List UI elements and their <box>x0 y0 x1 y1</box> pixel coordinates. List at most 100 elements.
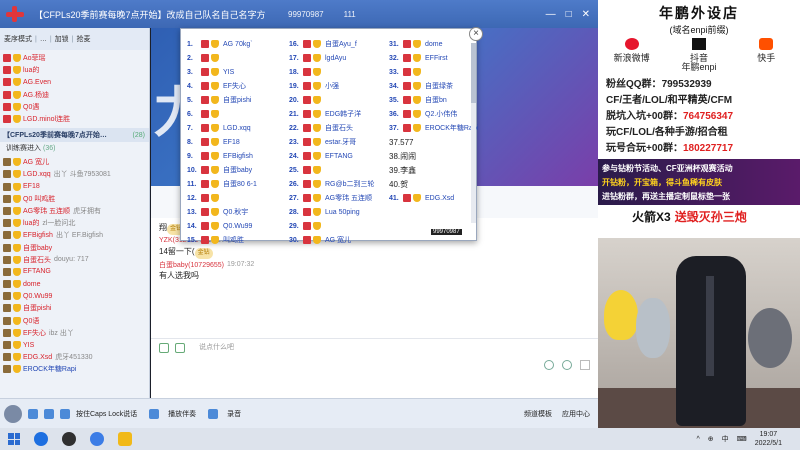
rank-entry[interactable]: 25. <box>289 163 375 177</box>
user-list-item[interactable]: EDG.Xsd 虎牙451330 <box>0 351 149 363</box>
minimize-button[interactable]: — <box>546 9 556 20</box>
rank-entry[interactable]: 40. 贺 <box>389 177 478 191</box>
more-icon[interactable] <box>580 360 590 370</box>
channel-template-button[interactable]: 频道模板 <box>524 409 552 419</box>
rank-entry[interactable]: 30. AG 宽儿 <box>289 233 375 247</box>
rank-entry[interactable]: 11. 自蛋80 6-1 <box>187 177 257 191</box>
send-icon[interactable] <box>544 360 554 370</box>
rank-entry[interactable]: 41. EDG.Xsd <box>389 191 478 205</box>
rank-entry[interactable]: 8. EF18 <box>187 135 257 149</box>
rank-entry[interactable]: 37. 577 <box>389 135 478 149</box>
caps-lock-talk-button[interactable]: 按住Caps Lock说话 <box>76 409 137 419</box>
user-list-item[interactable]: YIS <box>0 339 149 351</box>
rank-entry[interactable]: 10. 自蛋baby <box>187 163 257 177</box>
browser-icon[interactable] <box>90 432 104 446</box>
rank-entry[interactable]: 22. 自蛋石头 <box>289 121 375 135</box>
mic-mode-tab[interactable]: 麦序模式 <box>4 34 32 44</box>
user-list-item[interactable]: 自蛋pishi <box>0 302 149 314</box>
close-button[interactable]: ✕ <box>582 9 590 20</box>
scrollbar[interactable] <box>471 43 476 223</box>
lock-tab[interactable]: 加锁 <box>55 34 69 44</box>
rank-entry[interactable]: 31. dome <box>389 37 478 51</box>
rank-entry[interactable]: 18. <box>289 65 375 79</box>
user-list-item[interactable]: EFTANG <box>0 266 149 278</box>
sub-channel-row[interactable]: 训练赛进入 (36) <box>0 142 149 154</box>
mic-list-item[interactable]: LGD.minol连胜 <box>0 113 149 125</box>
user-list-item[interactable]: AG 宽儿 <box>0 156 149 168</box>
rank-entry[interactable]: 15. 叫鸡胜 <box>187 233 257 247</box>
rank-entry[interactable]: 20. <box>289 93 375 107</box>
rank-entry[interactable]: 3. YIS <box>187 65 257 79</box>
rank-entry[interactable]: 5. 自蛋pishi <box>187 93 257 107</box>
rank-entry[interactable]: 28. Lua 50ping <box>289 205 375 219</box>
user-list-item[interactable]: Q0 叫鸡胜 <box>0 193 149 205</box>
settings-icon[interactable] <box>175 342 185 353</box>
user-list-item[interactable]: EFBigfish 出丫 EF.Bigfish <box>0 229 149 241</box>
user-list-item[interactable]: 自蛋石头 douyu: 717 <box>0 254 149 266</box>
search-app-icon[interactable] <box>34 432 48 446</box>
clock[interactable]: 19:07 2022/5/1 <box>755 430 782 448</box>
rank-entry[interactable]: 35. 自蛋bn <box>389 93 478 107</box>
chat-input[interactable]: 说点什么吧 <box>199 338 499 356</box>
ime-icon[interactable]: 中 <box>722 434 729 444</box>
more-tab[interactable]: … <box>40 36 47 43</box>
rank-entry[interactable]: 32. EFFirst <box>389 51 478 65</box>
rank-entry[interactable]: 24. EFTANG <box>289 149 375 163</box>
user-list-item[interactable]: EROCK年糖Rapi <box>0 363 149 375</box>
rank-entry[interactable]: 9. EFBigfish <box>187 149 257 163</box>
record-button[interactable]: 录音 <box>208 408 241 419</box>
rank-entry[interactable]: 2. <box>187 51 257 65</box>
speaker-icon[interactable] <box>28 408 38 419</box>
rank-entry[interactable]: 26. RG@b二到三轮 <box>289 177 375 191</box>
mic-list-item[interactable]: AG.Even <box>0 76 149 88</box>
mic-list-item[interactable]: Q0遇 <box>0 101 149 113</box>
emoji-icon[interactable] <box>159 342 169 353</box>
rank-entry[interactable]: 37. EROCK年糖Rapi <box>389 121 478 135</box>
network-icon[interactable]: ⊕ <box>708 435 714 443</box>
rank-entry[interactable]: 17. lgdAyu <box>289 51 375 65</box>
keyboard-tray-icon[interactable]: ⌨ <box>737 435 747 443</box>
rank-entry[interactable]: 39. 李鑫 <box>389 163 478 177</box>
rank-entry[interactable]: 1. AG 70kg` <box>187 37 257 51</box>
obs-icon[interactable] <box>62 432 76 446</box>
rank-entry[interactable]: 13. Q0.秋宇 <box>187 205 257 219</box>
rank-entry[interactable]: 29. <box>289 219 375 233</box>
rank-entry[interactable]: 19. 小强 <box>289 79 375 93</box>
play-music-button[interactable]: 播放伴奏 <box>149 408 196 419</box>
rank-entry[interactable]: 38. 闹闹 <box>389 149 478 163</box>
user-list-item[interactable]: dome <box>0 278 149 290</box>
mic-icon[interactable] <box>44 408 54 419</box>
mic-list-item[interactable]: Ao菲瑶 <box>0 52 149 64</box>
yy-app-icon[interactable] <box>118 432 132 446</box>
rank-entry[interactable]: 6. <box>187 107 257 121</box>
channel-row[interactable]: 【CFPLs20季前赛每晚7点开始… (28) <box>0 128 149 143</box>
windows-start-icon[interactable] <box>8 433 20 445</box>
keyboard-icon[interactable] <box>60 408 70 419</box>
rank-entry[interactable]: 4. EF失心 <box>187 79 257 93</box>
rank-entry[interactable]: 27. AG零玮 五连顺 <box>289 191 375 205</box>
rank-entry[interactable]: 12. <box>187 191 257 205</box>
mic-list-item[interactable]: lua的 <box>0 64 149 76</box>
rank-entry[interactable]: 16. 自蛋Ayu_f <box>289 37 375 51</box>
emoji-picker-icon[interactable] <box>562 360 572 370</box>
rank-entry[interactable]: 23. estar.牙哥 <box>289 135 375 149</box>
rank-entry[interactable]: 33. <box>389 65 478 79</box>
maximize-button[interactable]: □ <box>566 9 572 20</box>
user-list-item[interactable]: LGD.xqq 出丫 斗鱼7953081 <box>0 168 149 180</box>
user-list-item[interactable]: 自蛋baby <box>0 241 149 253</box>
tray-expand-icon[interactable]: ^ <box>696 436 699 443</box>
user-list-item[interactable]: Q0语 <box>0 315 149 327</box>
user-list-item[interactable]: EF18 <box>0 181 149 193</box>
mic-list-item[interactable]: AG.杨迪 <box>0 89 149 101</box>
user-list-item[interactable]: EF失心 ibz 出丫 <box>0 327 149 339</box>
rank-entry[interactable]: 36. Q2.小伟伟 <box>389 107 478 121</box>
user-list-item[interactable]: Q0.Wu99 <box>0 290 149 302</box>
rank-entry[interactable]: 7. LGD.xqq <box>187 121 257 135</box>
rank-entry[interactable]: 34. 自蛋绿茶 <box>389 79 478 93</box>
rank-entry[interactable]: 21. EDG韩子洋 <box>289 107 375 121</box>
user-list-item[interactable]: lua的 zl一脸问北 <box>0 217 149 229</box>
user-list-item[interactable]: AG零玮 五连顺 虎牙拥有 <box>0 205 149 217</box>
app-center-button[interactable]: 应用中心 <box>562 409 590 419</box>
rank-entry[interactable]: 14. Q0.Wu99 <box>187 219 257 233</box>
avatar[interactable] <box>4 404 22 423</box>
